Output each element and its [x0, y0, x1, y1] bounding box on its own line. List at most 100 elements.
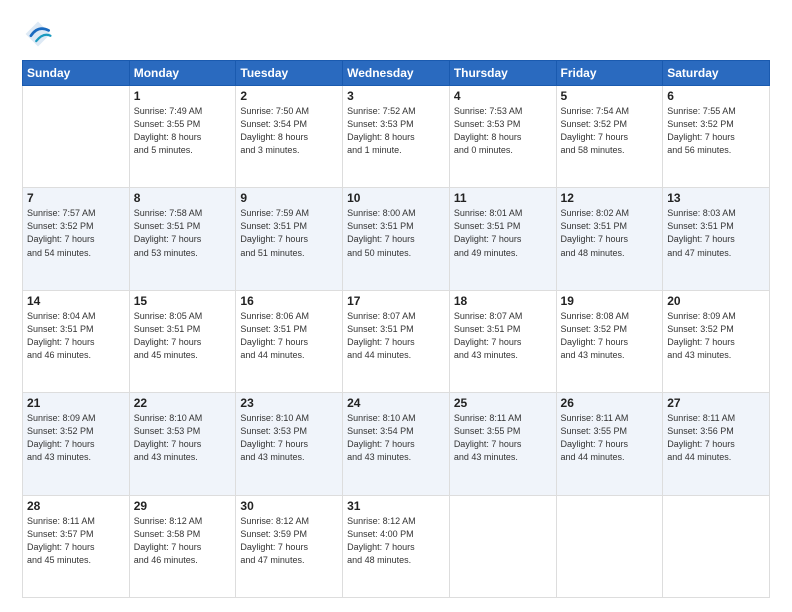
day-info: Sunrise: 8:09 AM Sunset: 3:52 PM Dayligh… — [667, 310, 765, 362]
calendar-cell: 13 Sunrise: 8:03 AM Sunset: 3:51 PM Dayli… — [663, 188, 770, 290]
calendar-cell: 3 Sunrise: 7:52 AM Sunset: 3:53 PM Daylig… — [343, 86, 450, 188]
day-info: Sunrise: 8:07 AM Sunset: 3:51 PM Dayligh… — [454, 310, 552, 362]
calendar-cell: 8 Sunrise: 7:58 AM Sunset: 3:51 PM Daylig… — [129, 188, 236, 290]
day-info: Sunrise: 7:52 AM Sunset: 3:53 PM Dayligh… — [347, 105, 445, 157]
day-number: 16 — [240, 294, 338, 308]
day-info: Sunrise: 8:01 AM Sunset: 3:51 PM Dayligh… — [454, 207, 552, 259]
weekday-header-row: SundayMondayTuesdayWednesdayThursdayFrid… — [23, 61, 770, 86]
calendar-cell: 12Sunrise: 8:02 AM Sunset: 3:51 PM Dayli… — [556, 188, 663, 290]
weekday-header-saturday: Saturday — [663, 61, 770, 86]
day-number: 22 — [134, 396, 232, 410]
calendar-week-3: 14 Sunrise: 8:04 AM Sunset: 3:51 PM Dayli… — [23, 290, 770, 392]
day-info: Sunrise: 7:50 AM Sunset: 3:54 PM Dayligh… — [240, 105, 338, 157]
day-number: 14 — [27, 294, 125, 308]
day-info: Sunrise: 8:10 AM Sunset: 3:53 PM Dayligh… — [240, 412, 338, 464]
weekday-header-friday: Friday — [556, 61, 663, 86]
weekday-header-sunday: Sunday — [23, 61, 130, 86]
day-info: Sunrise: 8:12 AM Sunset: 4:00 PM Dayligh… — [347, 515, 445, 567]
day-number: 23 — [240, 396, 338, 410]
day-info: Sunrise: 8:05 AM Sunset: 3:51 PM Dayligh… — [134, 310, 232, 362]
calendar-cell: 19Sunrise: 8:08 AM Sunset: 3:52 PM Dayli… — [556, 290, 663, 392]
day-info: Sunrise: 8:11 AM Sunset: 3:55 PM Dayligh… — [454, 412, 552, 464]
day-info: Sunrise: 8:10 AM Sunset: 3:53 PM Dayligh… — [134, 412, 232, 464]
day-number: 2 — [240, 89, 338, 103]
calendar-week-4: 21Sunrise: 8:09 AM Sunset: 3:52 PM Dayli… — [23, 393, 770, 495]
day-number: 10 — [347, 191, 445, 205]
day-info: Sunrise: 8:04 AM Sunset: 3:51 PM Dayligh… — [27, 310, 125, 362]
day-number: 8 — [134, 191, 232, 205]
day-number: 13 — [667, 191, 765, 205]
calendar-cell: 27 Sunrise: 8:11 AM Sunset: 3:56 PM Dayli… — [663, 393, 770, 495]
calendar-cell — [663, 495, 770, 597]
calendar-cell: 22 Sunrise: 8:10 AM Sunset: 3:53 PM Dayli… — [129, 393, 236, 495]
calendar-cell: 15 Sunrise: 8:05 AM Sunset: 3:51 PM Dayli… — [129, 290, 236, 392]
day-info: Sunrise: 7:49 AM Sunset: 3:55 PM Dayligh… — [134, 105, 232, 157]
calendar-table: SundayMondayTuesdayWednesdayThursdayFrid… — [22, 60, 770, 598]
day-number: 20 — [667, 294, 765, 308]
day-number: 28 — [27, 499, 125, 513]
calendar-week-1: 1 Sunrise: 7:49 AM Sunset: 3:55 PM Daylig… — [23, 86, 770, 188]
page: SundayMondayTuesdayWednesdayThursdayFrid… — [0, 0, 792, 612]
day-info: Sunrise: 8:12 AM Sunset: 3:58 PM Dayligh… — [134, 515, 232, 567]
calendar-cell: 29 Sunrise: 8:12 AM Sunset: 3:58 PM Dayli… — [129, 495, 236, 597]
header — [22, 18, 770, 50]
calendar-cell: 6Sunrise: 7:55 AM Sunset: 3:52 PM Daylig… — [663, 86, 770, 188]
calendar-cell: 24Sunrise: 8:10 AM Sunset: 3:54 PM Dayli… — [343, 393, 450, 495]
day-number: 6 — [667, 89, 765, 103]
day-info: Sunrise: 7:59 AM Sunset: 3:51 PM Dayligh… — [240, 207, 338, 259]
day-info: Sunrise: 7:54 AM Sunset: 3:52 PM Dayligh… — [561, 105, 659, 157]
day-number: 18 — [454, 294, 552, 308]
logo-icon — [22, 18, 54, 50]
calendar-cell — [449, 495, 556, 597]
calendar-cell: 10 Sunrise: 8:00 AM Sunset: 3:51 PM Dayli… — [343, 188, 450, 290]
day-info: Sunrise: 7:57 AM Sunset: 3:52 PM Dayligh… — [27, 207, 125, 259]
calendar-cell: 4 Sunrise: 7:53 AM Sunset: 3:53 PM Daylig… — [449, 86, 556, 188]
day-number: 25 — [454, 396, 552, 410]
calendar-cell: 2 Sunrise: 7:50 AM Sunset: 3:54 PM Daylig… — [236, 86, 343, 188]
day-number: 19 — [561, 294, 659, 308]
calendar-cell — [23, 86, 130, 188]
day-number: 3 — [347, 89, 445, 103]
day-info: Sunrise: 7:58 AM Sunset: 3:51 PM Dayligh… — [134, 207, 232, 259]
weekday-header-wednesday: Wednesday — [343, 61, 450, 86]
day-number: 5 — [561, 89, 659, 103]
weekday-header-monday: Monday — [129, 61, 236, 86]
day-number: 26 — [561, 396, 659, 410]
calendar-cell: 9 Sunrise: 7:59 AM Sunset: 3:51 PM Daylig… — [236, 188, 343, 290]
calendar-cell: 28 Sunrise: 8:11 AM Sunset: 3:57 PM Dayli… — [23, 495, 130, 597]
day-number: 17 — [347, 294, 445, 308]
day-number: 30 — [240, 499, 338, 513]
day-info: Sunrise: 8:11 AM Sunset: 3:57 PM Dayligh… — [27, 515, 125, 567]
day-number: 21 — [27, 396, 125, 410]
calendar-cell — [556, 495, 663, 597]
calendar-cell: 14 Sunrise: 8:04 AM Sunset: 3:51 PM Dayli… — [23, 290, 130, 392]
day-info: Sunrise: 8:11 AM Sunset: 3:56 PM Dayligh… — [667, 412, 765, 464]
day-number: 1 — [134, 89, 232, 103]
calendar-cell: 18 Sunrise: 8:07 AM Sunset: 3:51 PM Dayli… — [449, 290, 556, 392]
calendar-week-5: 28 Sunrise: 8:11 AM Sunset: 3:57 PM Dayli… — [23, 495, 770, 597]
calendar-cell: 16 Sunrise: 8:06 AM Sunset: 3:51 PM Dayli… — [236, 290, 343, 392]
calendar-cell: 21Sunrise: 8:09 AM Sunset: 3:52 PM Dayli… — [23, 393, 130, 495]
calendar-cell: 7 Sunrise: 7:57 AM Sunset: 3:52 PM Daylig… — [23, 188, 130, 290]
day-number: 7 — [27, 191, 125, 205]
logo — [22, 18, 58, 50]
day-number: 9 — [240, 191, 338, 205]
calendar-cell: 26Sunrise: 8:11 AM Sunset: 3:55 PM Dayli… — [556, 393, 663, 495]
calendar-cell: 31Sunrise: 8:12 AM Sunset: 4:00 PM Dayli… — [343, 495, 450, 597]
day-number: 4 — [454, 89, 552, 103]
day-info: Sunrise: 8:10 AM Sunset: 3:54 PM Dayligh… — [347, 412, 445, 464]
day-info: Sunrise: 7:53 AM Sunset: 3:53 PM Dayligh… — [454, 105, 552, 157]
day-number: 29 — [134, 499, 232, 513]
day-number: 15 — [134, 294, 232, 308]
day-info: Sunrise: 8:06 AM Sunset: 3:51 PM Dayligh… — [240, 310, 338, 362]
calendar-cell: 1 Sunrise: 7:49 AM Sunset: 3:55 PM Daylig… — [129, 86, 236, 188]
calendar-cell: 17Sunrise: 8:07 AM Sunset: 3:51 PM Dayli… — [343, 290, 450, 392]
day-info: Sunrise: 8:00 AM Sunset: 3:51 PM Dayligh… — [347, 207, 445, 259]
day-info: Sunrise: 8:12 AM Sunset: 3:59 PM Dayligh… — [240, 515, 338, 567]
calendar-cell: 25 Sunrise: 8:11 AM Sunset: 3:55 PM Dayli… — [449, 393, 556, 495]
calendar-week-2: 7 Sunrise: 7:57 AM Sunset: 3:52 PM Daylig… — [23, 188, 770, 290]
day-number: 12 — [561, 191, 659, 205]
day-number: 27 — [667, 396, 765, 410]
calendar-cell: 20 Sunrise: 8:09 AM Sunset: 3:52 PM Dayli… — [663, 290, 770, 392]
day-info: Sunrise: 8:03 AM Sunset: 3:51 PM Dayligh… — [667, 207, 765, 259]
